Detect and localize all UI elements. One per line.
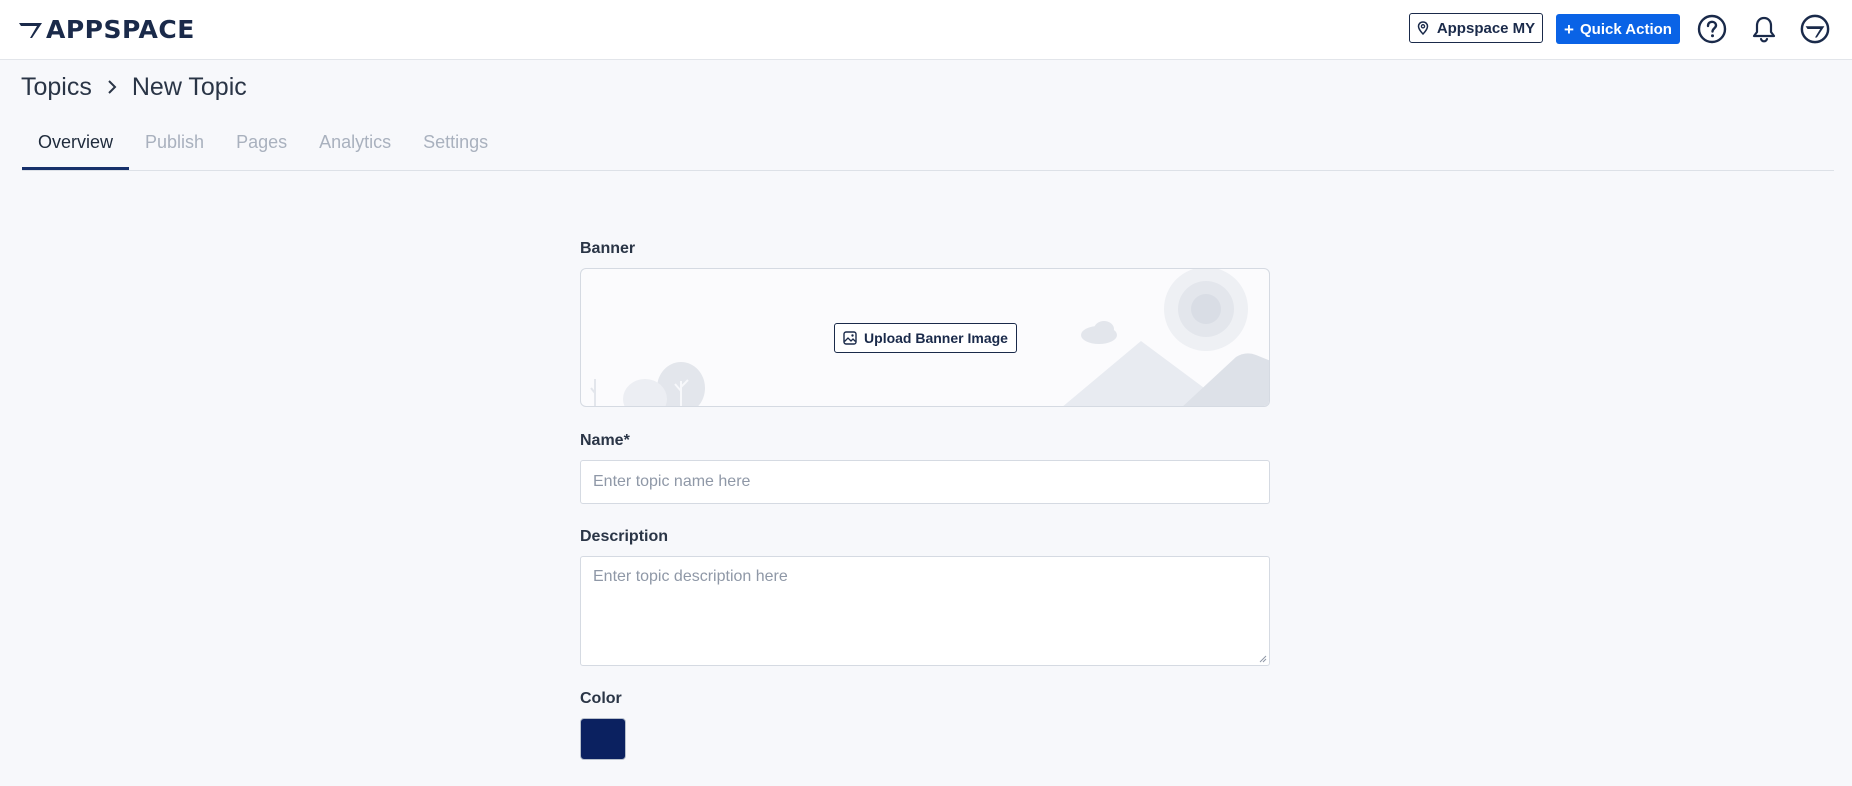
breadcrumb-topics-link[interactable]: Topics xyxy=(21,73,92,102)
help-icon xyxy=(1697,14,1727,44)
logo-text: APPSPACE xyxy=(46,14,195,44)
tab-overview[interactable]: Overview xyxy=(22,120,130,170)
notifications-button[interactable] xyxy=(1749,14,1779,44)
color-swatch[interactable] xyxy=(580,718,626,760)
description-placeholder: Enter topic description here xyxy=(593,568,788,585)
topic-tabs: Overview Publish Pages Analytics Setting… xyxy=(22,120,504,170)
plus-icon: + xyxy=(1564,19,1574,39)
tab-settings[interactable]: Settings xyxy=(407,120,504,170)
tab-publish[interactable]: Publish xyxy=(129,120,220,170)
location-button[interactable]: Appspace MY xyxy=(1409,13,1543,43)
banner-dropzone[interactable]: Upload Banner Image xyxy=(580,268,1270,407)
image-icon xyxy=(843,331,857,345)
chevron-right-icon xyxy=(106,79,118,95)
name-input[interactable]: Enter topic name here xyxy=(580,460,1270,504)
breadcrumb-current: New Topic xyxy=(131,72,247,101)
resize-handle-icon[interactable] xyxy=(1259,655,1267,663)
color-label: Color xyxy=(580,690,622,707)
quick-action-label: Quick Action xyxy=(1579,20,1672,38)
bell-icon xyxy=(1752,16,1776,43)
top-bar: APPSPACE Appspace MY + Quick Action xyxy=(0,0,1852,60)
logo-mark-icon xyxy=(19,23,42,38)
user-menu-button[interactable] xyxy=(1800,14,1830,44)
breadcrumb: Topics New Topic xyxy=(21,70,247,104)
name-label: Name* xyxy=(580,432,630,449)
tab-analytics[interactable]: Analytics xyxy=(303,120,407,170)
location-button-label: Appspace MY xyxy=(1436,19,1536,37)
tab-pages[interactable]: Pages xyxy=(220,120,303,170)
upload-banner-button[interactable]: Upload Banner Image xyxy=(834,323,1017,353)
description-label: Description xyxy=(580,528,669,545)
description-textarea[interactable]: Enter topic description here xyxy=(580,556,1270,666)
quick-action-button[interactable]: + Quick Action xyxy=(1556,14,1680,44)
appspace-logo[interactable]: APPSPACE xyxy=(18,14,195,44)
banner-label: Banner xyxy=(580,240,636,257)
user-avatar-icon xyxy=(1800,14,1830,44)
help-button[interactable] xyxy=(1697,14,1727,44)
location-pin-icon xyxy=(1417,21,1429,35)
tabs-divider xyxy=(22,170,1834,171)
upload-banner-label: Upload Banner Image xyxy=(864,330,1008,346)
